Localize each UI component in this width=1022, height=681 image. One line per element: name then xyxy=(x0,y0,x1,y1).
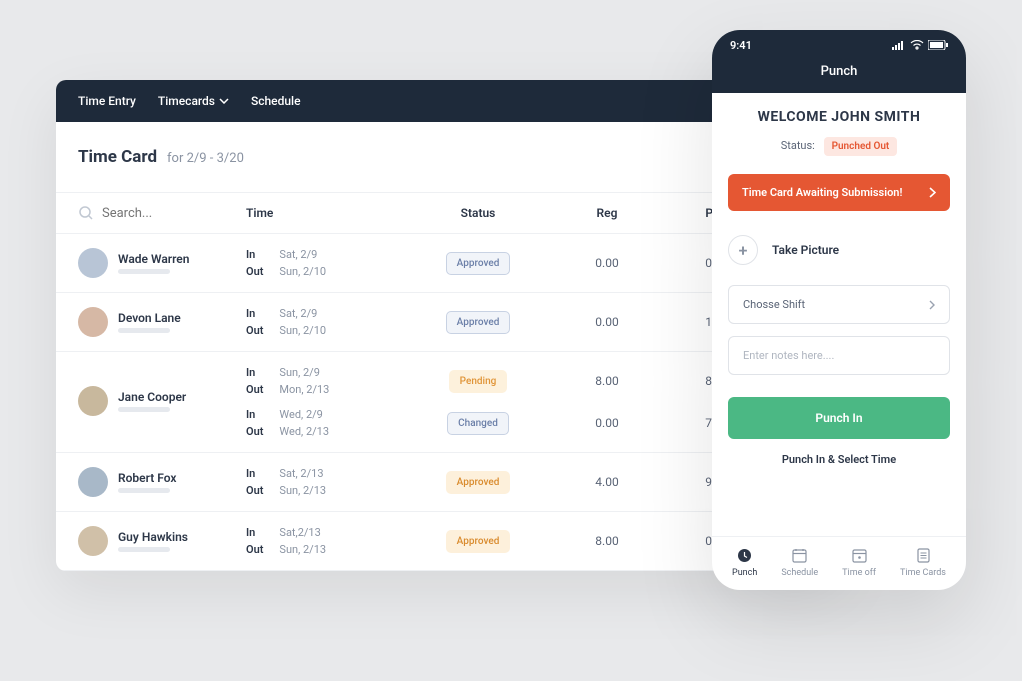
chevron-right-icon xyxy=(929,187,936,198)
avatar xyxy=(78,526,108,556)
mobile-status-bar: 9:41 xyxy=(712,30,966,60)
status-label: Status: xyxy=(781,139,815,152)
tab-punch[interactable]: Punch xyxy=(732,547,757,578)
nav-timecards[interactable]: Timecards xyxy=(158,94,229,108)
avatar xyxy=(78,307,108,337)
take-picture-button[interactable]: + Take Picture xyxy=(728,235,950,265)
calendar-icon xyxy=(792,547,808,563)
welcome-text: WELCOME JOHN SMITH xyxy=(728,109,950,125)
status-badge: Approved xyxy=(446,311,511,334)
plus-icon: + xyxy=(728,235,758,265)
status-badge: Changed xyxy=(447,412,509,435)
mobile-tab-bar: Punch Schedule Time off Time Cards xyxy=(712,536,966,590)
tab-time-off[interactable]: Time off xyxy=(842,547,876,578)
avatar xyxy=(78,248,108,278)
punch-in-select-time-button[interactable]: Punch In & Select Time xyxy=(728,453,950,466)
reg-value: 0.00 xyxy=(552,416,662,430)
user-name: Guy Hawkins xyxy=(118,530,188,544)
chevron-down-icon xyxy=(219,98,229,104)
user-progress-bar xyxy=(118,407,170,412)
user-progress-bar xyxy=(118,547,170,552)
signal-icon xyxy=(892,41,906,50)
page-title: Time Card xyxy=(78,147,157,167)
clock-icon xyxy=(737,547,753,563)
reg-value: 8.00 xyxy=(552,534,662,548)
status-badge: Punched Out xyxy=(824,137,898,156)
reg-value: 0.00 xyxy=(552,315,662,329)
col-status: Status xyxy=(404,206,552,220)
tab-schedule[interactable]: Schedule xyxy=(781,547,818,578)
document-icon xyxy=(915,547,931,563)
user-progress-bar xyxy=(118,488,170,493)
alert-banner[interactable]: Time Card Awaiting Submission! xyxy=(728,174,950,211)
nav-time-entry[interactable]: Time Entry xyxy=(78,94,136,108)
reg-value: 4.00 xyxy=(552,475,662,489)
user-progress-bar xyxy=(118,269,170,274)
user-name: Wade Warren xyxy=(118,252,189,266)
nav-schedule[interactable]: Schedule xyxy=(251,94,301,108)
user-name: Jane Cooper xyxy=(118,390,186,404)
mobile-header: Punch xyxy=(712,60,966,93)
search-icon xyxy=(78,205,94,221)
status-badge: Pending xyxy=(449,370,508,393)
notes-input[interactable]: Enter notes here.... xyxy=(728,336,950,375)
wifi-icon xyxy=(910,40,924,50)
col-reg: Reg xyxy=(552,206,662,220)
date-range: for 2/9 - 3/20 xyxy=(167,151,244,166)
avatar xyxy=(78,386,108,416)
user-name: Robert Fox xyxy=(118,471,176,485)
user-name: Devon Lane xyxy=(118,311,181,325)
reg-value: 0.00 xyxy=(552,256,662,270)
status-badge: Approved xyxy=(446,471,511,494)
punch-in-button[interactable]: Punch In xyxy=(728,397,950,439)
tab-time-cards[interactable]: Time Cards xyxy=(900,547,946,578)
status-badge: Approved xyxy=(446,530,511,553)
col-time: Time xyxy=(228,206,404,220)
battery-icon xyxy=(928,40,948,50)
status-badge: Approved xyxy=(446,252,511,275)
search-input[interactable] xyxy=(102,206,202,221)
choose-shift-field[interactable]: Chosse Shift xyxy=(728,285,950,324)
avatar xyxy=(78,467,108,497)
status-row: Status: Punched Out xyxy=(728,137,950,156)
chevron-right-icon xyxy=(929,300,935,310)
user-progress-bar xyxy=(118,328,170,333)
reg-value: 8.00 xyxy=(552,374,662,388)
mobile-device: 9:41 Punch WELCOME JOHN SMITH Status: Pu… xyxy=(712,30,966,590)
status-time: 9:41 xyxy=(730,39,752,52)
calendar-dot-icon xyxy=(851,547,867,563)
